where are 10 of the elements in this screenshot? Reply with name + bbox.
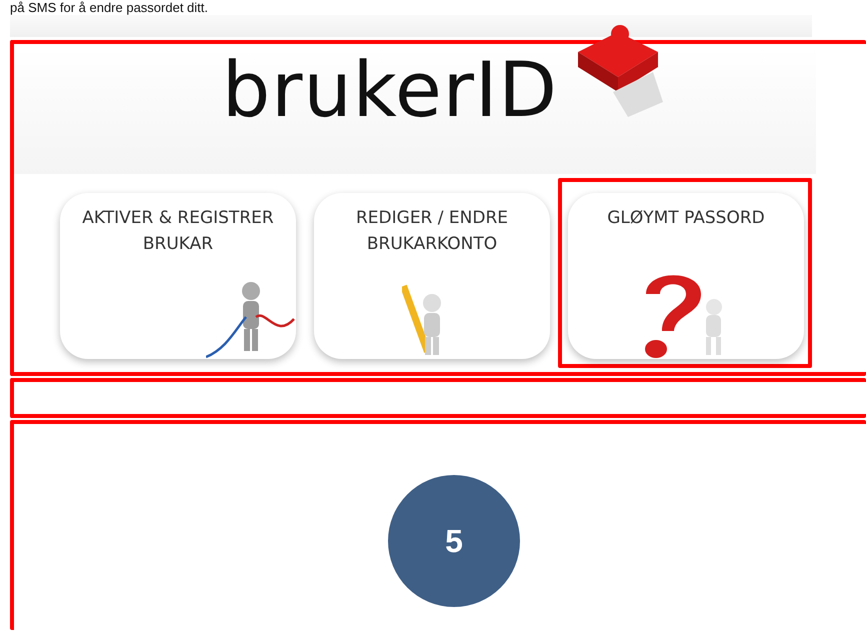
tile-label: AKTIVER & REGISTRER BRUKAR <box>81 207 275 256</box>
intro-text: på SMS for å endre passordet ditt. <box>10 0 209 15</box>
tile-label: GLØYMT PASSORD <box>606 207 766 230</box>
figure-with-cable-icon <box>206 279 296 359</box>
menu-tile[interactable]: GLØYMT PASSORD <box>568 193 804 359</box>
menu-tile[interactable]: REDIGER / ENDRE BRUKARKONTO <box>314 193 550 359</box>
tile-label: REDIGER / ENDRE BRUKARKONTO <box>354 207 510 256</box>
step-badge: 5 <box>388 475 520 607</box>
menu-tile[interactable]: AKTIVER & REGISTRER BRUKAR <box>60 193 296 359</box>
logo-text: brukerID <box>222 52 558 128</box>
